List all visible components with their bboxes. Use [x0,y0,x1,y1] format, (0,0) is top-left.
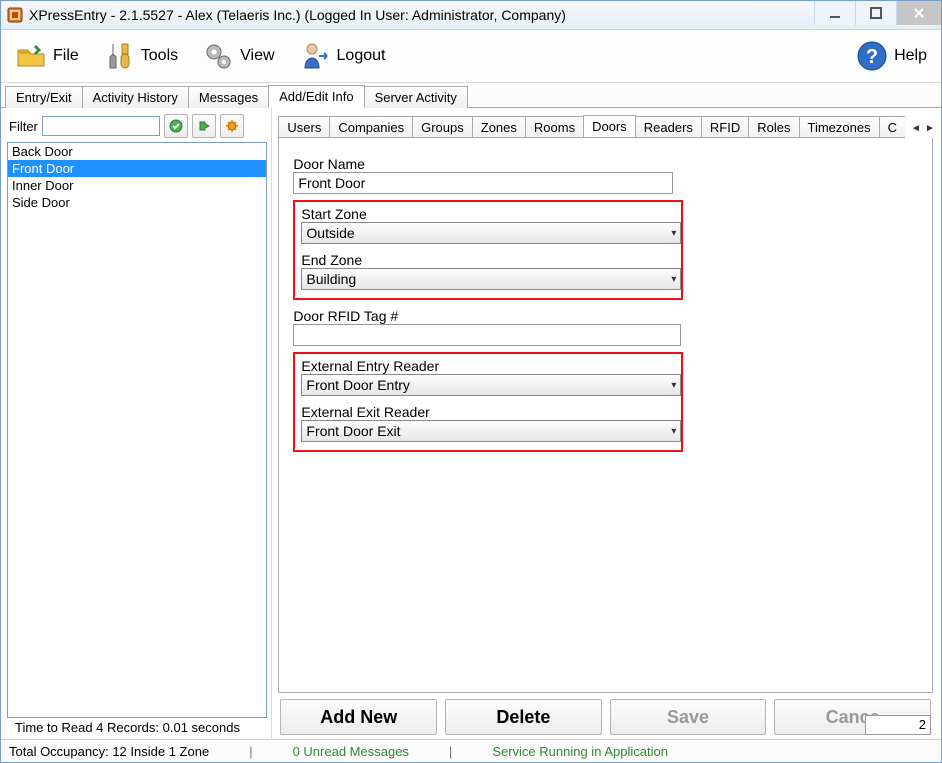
filter-label: Filter [9,119,38,134]
filter-apply-button[interactable] [164,114,188,138]
view-label: View [240,47,274,65]
tools-icon [103,40,135,72]
list-item[interactable]: Back Door [8,143,266,160]
svg-text:?: ? [866,46,878,68]
left-panel: Filter Back Door Front Door Inner Door S… [1,108,272,739]
door-form: a b Door Name Start Zone Outside ▾ [278,138,933,693]
save-button[interactable]: Save [610,699,767,735]
subtab-readers[interactable]: Readers [635,116,702,138]
rfid-tag-label: Door RFID Tag # [293,308,918,324]
main-tab-strip: Entry/Exit Activity History Messages Add… [1,83,941,108]
status-unread: 0 Unread Messages [293,744,409,759]
tools-menu[interactable]: Tools [103,40,178,72]
right-panel: Users Companies Groups Zones Rooms Doors… [272,108,941,739]
maximize-button[interactable] [855,1,896,25]
door-name-label: Door Name [293,156,918,172]
filter-next-button[interactable] [192,114,216,138]
logout-label: Logout [337,47,386,65]
filter-input[interactable] [42,116,160,136]
tab-server-activity[interactable]: Server Activity [364,86,468,108]
gear-icon [202,40,234,72]
filter-row: Filter [5,112,269,142]
subtab-scroll-left[interactable]: ◄ [909,119,923,137]
filter-settings-button[interactable] [220,114,244,138]
app-window: XPressEntry - 2.1.5527 - Alex (Telaeris … [0,0,942,763]
list-item[interactable]: Inner Door [8,177,266,194]
logout-button[interactable]: Logout [299,40,386,72]
subtab-doors[interactable]: Doors [583,115,636,138]
delete-button[interactable]: Delete [445,699,602,735]
door-name-input[interactable] [293,172,673,194]
end-zone-select[interactable]: Building ▾ [301,268,681,290]
subtab-groups[interactable]: Groups [412,116,473,138]
window-controls [814,1,941,29]
chevron-down-icon: ▾ [671,426,676,437]
minimize-button[interactable] [814,1,855,25]
ext-exit-label: External Exit Reader [301,404,675,420]
app-icon [7,7,23,23]
subtab-roles[interactable]: Roles [748,116,799,138]
tools-label: Tools [141,47,178,65]
status-bar: Total Occupancy: 12 Inside 1 Zone | 0 Un… [1,739,941,762]
file-label: File [53,47,79,65]
subtab-companies[interactable]: Companies [329,116,413,138]
subtab-scroll-right[interactable]: ► [923,119,937,137]
zones-group: Start Zone Outside ▾ End Zone Building ▾ [293,200,683,300]
subtab-zones[interactable]: Zones [472,116,526,138]
view-menu[interactable]: View [202,40,274,72]
end-zone-label: End Zone [301,252,675,268]
title-bar: XPressEntry - 2.1.5527 - Alex (Telaeris … [1,1,941,30]
status-service: Service Running in Application [492,744,668,759]
door-list[interactable]: Back Door Front Door Inner Door Side Doo… [7,142,267,718]
tab-add-edit-info[interactable]: Add/Edit Info [268,85,364,108]
subtab-rooms[interactable]: Rooms [525,116,584,138]
help-icon: ? [856,40,888,72]
subtab-users[interactable]: Users [278,116,330,138]
ext-exit-select[interactable]: Front Door Exit ▾ [301,420,681,442]
folder-icon [15,40,47,72]
subtab-timezones[interactable]: Timezones [799,116,880,138]
action-row: Add New Delete Save Cance 2 [272,693,937,739]
annotation-star-b: b [278,394,279,430]
annotation-star-a: a [278,210,279,246]
list-item[interactable]: Side Door [8,194,266,211]
file-menu[interactable]: File [15,40,79,72]
list-item[interactable]: Front Door [8,160,266,177]
subtab-rfid[interactable]: RFID [701,116,749,138]
window-title: XPressEntry - 2.1.5527 - Alex (Telaeris … [29,7,566,23]
logout-icon [299,40,331,72]
ext-entry-label: External Entry Reader [301,358,675,374]
rfid-tag-input[interactable] [293,324,681,346]
readers-group: External Entry Reader Front Door Entry ▾… [293,352,683,452]
tab-entry-exit[interactable]: Entry/Exit [5,86,83,108]
start-zone-select[interactable]: Outside ▾ [301,222,681,244]
read-time-label: Time to Read 4 Records: 0.01 seconds [5,718,269,739]
close-button[interactable] [896,1,941,25]
help-button[interactable]: ? Help [856,40,927,72]
tab-messages[interactable]: Messages [188,86,269,108]
chevron-down-icon: ▾ [671,380,676,391]
sub-tab-strip: Users Companies Groups Zones Rooms Doors… [278,113,905,138]
start-zone-label: Start Zone [301,206,675,222]
main-toolbar: File Tools View Logout ? Help [1,30,941,83]
add-new-button[interactable]: Add New [280,699,437,735]
help-label: Help [894,47,927,65]
subtab-more[interactable]: C [879,116,905,138]
status-occupancy: Total Occupancy: 12 Inside 1 Zone [9,744,209,759]
chevron-down-icon: ▾ [671,228,676,239]
record-number-box[interactable]: 2 [865,715,931,735]
tab-activity-history[interactable]: Activity History [82,86,189,108]
ext-entry-select[interactable]: Front Door Entry ▾ [301,374,681,396]
chevron-down-icon: ▾ [671,274,676,285]
main-body: Filter Back Door Front Door Inner Door S… [1,108,941,739]
